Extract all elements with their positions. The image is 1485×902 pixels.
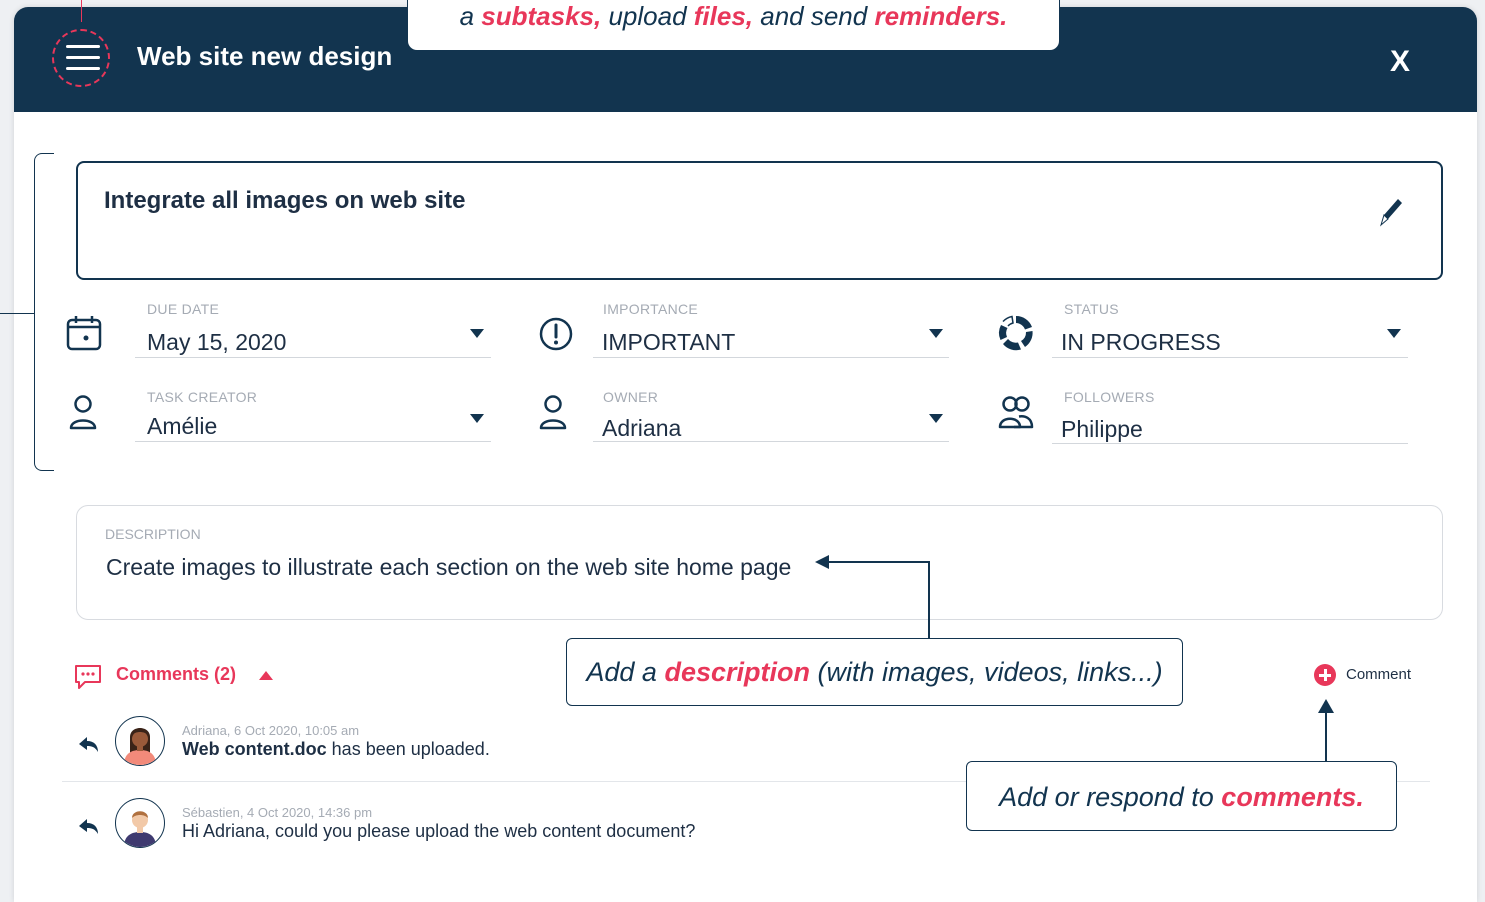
menu-icon[interactable] bbox=[66, 45, 100, 71]
callout-highlight-subtasks: subtasks, bbox=[481, 1, 602, 31]
importance-label: IMPORTANCE bbox=[603, 301, 699, 317]
fields-bracket bbox=[34, 153, 54, 471]
callout-highlight-reminders: reminders. bbox=[874, 1, 1008, 31]
task-creator-value[interactable]: Amélie bbox=[147, 413, 217, 440]
task-creator-dropdown-caret[interactable] bbox=[470, 414, 484, 423]
followers-label: FOLLOWERS bbox=[1064, 389, 1155, 405]
description-box[interactable]: DESCRIPTION Create images to illustrate … bbox=[76, 505, 1443, 620]
callout-text: (with images, videos, links...) bbox=[809, 657, 1163, 687]
comment-bubble-icon bbox=[75, 665, 101, 689]
comments-callout: Add or respond to comments. bbox=[966, 761, 1397, 831]
comment-meta: Sébastien, 4 Oct 2020, 14:36 pm bbox=[182, 805, 373, 820]
importance-underline bbox=[593, 357, 949, 358]
callout-text: Add a bbox=[586, 657, 665, 687]
importance-value[interactable]: IMPORTANT bbox=[602, 329, 735, 356]
description-label: DESCRIPTION bbox=[105, 526, 201, 542]
description-arrow-line bbox=[928, 561, 930, 639]
add-comment-label: Comment bbox=[1346, 666, 1412, 683]
arrow-left-icon bbox=[815, 555, 829, 569]
user-icon bbox=[69, 395, 97, 430]
followers-underline bbox=[1052, 443, 1408, 444]
description-text: Create images to illustrate each section… bbox=[106, 554, 792, 580]
users-group-icon bbox=[998, 396, 1034, 429]
owner-user-icon bbox=[539, 395, 567, 430]
owner-dropdown-caret[interactable] bbox=[929, 414, 943, 423]
calendar-icon bbox=[66, 316, 102, 351]
comment-file-link[interactable]: Web content.doc bbox=[182, 739, 327, 759]
exclamation-circle-icon bbox=[539, 317, 573, 351]
comment-text: Hi Adriana, could you please upload the … bbox=[182, 821, 696, 841]
callout-highlight-comments: comments. bbox=[1221, 782, 1364, 812]
comment-meta: Adriana, 6 Oct 2020, 10:05 am bbox=[182, 723, 360, 738]
close-button[interactable]: X bbox=[1390, 45, 1410, 79]
description-arrow-line bbox=[829, 561, 929, 563]
top-tooltip-callout: a subtasks, upload files, and send remin… bbox=[407, 0, 1060, 51]
task-title-box[interactable]: Integrate all images on web site bbox=[76, 161, 1443, 280]
pencil-icon[interactable] bbox=[1376, 193, 1406, 229]
avatar-female-icon bbox=[124, 728, 156, 765]
avatar bbox=[115, 716, 165, 766]
reply-icon[interactable] bbox=[77, 817, 101, 837]
callout-text: and send bbox=[753, 1, 875, 31]
followers-value[interactable]: Philippe bbox=[1061, 416, 1143, 443]
avatar-male-icon bbox=[124, 811, 156, 847]
due-date-value[interactable]: May 15, 2020 bbox=[147, 329, 286, 356]
comment-text-rest: has been uploaded. bbox=[326, 739, 490, 759]
callout-text: upload bbox=[601, 1, 694, 31]
task-title: Integrate all images on web site bbox=[104, 187, 466, 214]
comments-header[interactable]: Comments (2) bbox=[116, 664, 236, 685]
task-creator-label: TASK CREATOR bbox=[147, 389, 258, 405]
menu-callout-connector bbox=[81, 0, 82, 22]
due-date-underline bbox=[135, 357, 491, 358]
status-label: STATUS bbox=[1064, 301, 1119, 317]
fields-bracket-connector bbox=[0, 313, 35, 314]
task-creator-underline bbox=[135, 441, 491, 442]
importance-dropdown-caret[interactable] bbox=[929, 329, 943, 338]
callout-text: Add or respond to bbox=[999, 782, 1222, 812]
due-date-label: DUE DATE bbox=[147, 301, 220, 317]
callout-highlight-description: description bbox=[664, 657, 810, 687]
owner-value[interactable]: Adriana bbox=[602, 415, 681, 442]
comment-text: Web content.doc has been uploaded. bbox=[182, 739, 490, 760]
status-progress-icon bbox=[998, 315, 1033, 351]
comments-arrow-line bbox=[1325, 712, 1327, 762]
reply-icon[interactable] bbox=[77, 735, 101, 755]
status-dropdown-caret[interactable] bbox=[1387, 329, 1401, 338]
callout-text: a bbox=[459, 1, 482, 31]
plus-circle-icon bbox=[1314, 664, 1336, 686]
owner-underline bbox=[593, 441, 949, 442]
due-date-dropdown-caret[interactable] bbox=[470, 329, 484, 338]
status-value[interactable]: IN PROGRESS bbox=[1061, 329, 1221, 356]
description-callout: Add a description (with images, videos, … bbox=[566, 638, 1183, 706]
status-underline bbox=[1052, 357, 1408, 358]
owner-label: OWNER bbox=[603, 389, 659, 405]
avatar bbox=[115, 798, 165, 848]
dialog-title: Web site new design bbox=[137, 41, 393, 71]
callout-highlight-files: files, bbox=[693, 1, 754, 31]
comments-collapse-caret[interactable] bbox=[259, 671, 273, 680]
